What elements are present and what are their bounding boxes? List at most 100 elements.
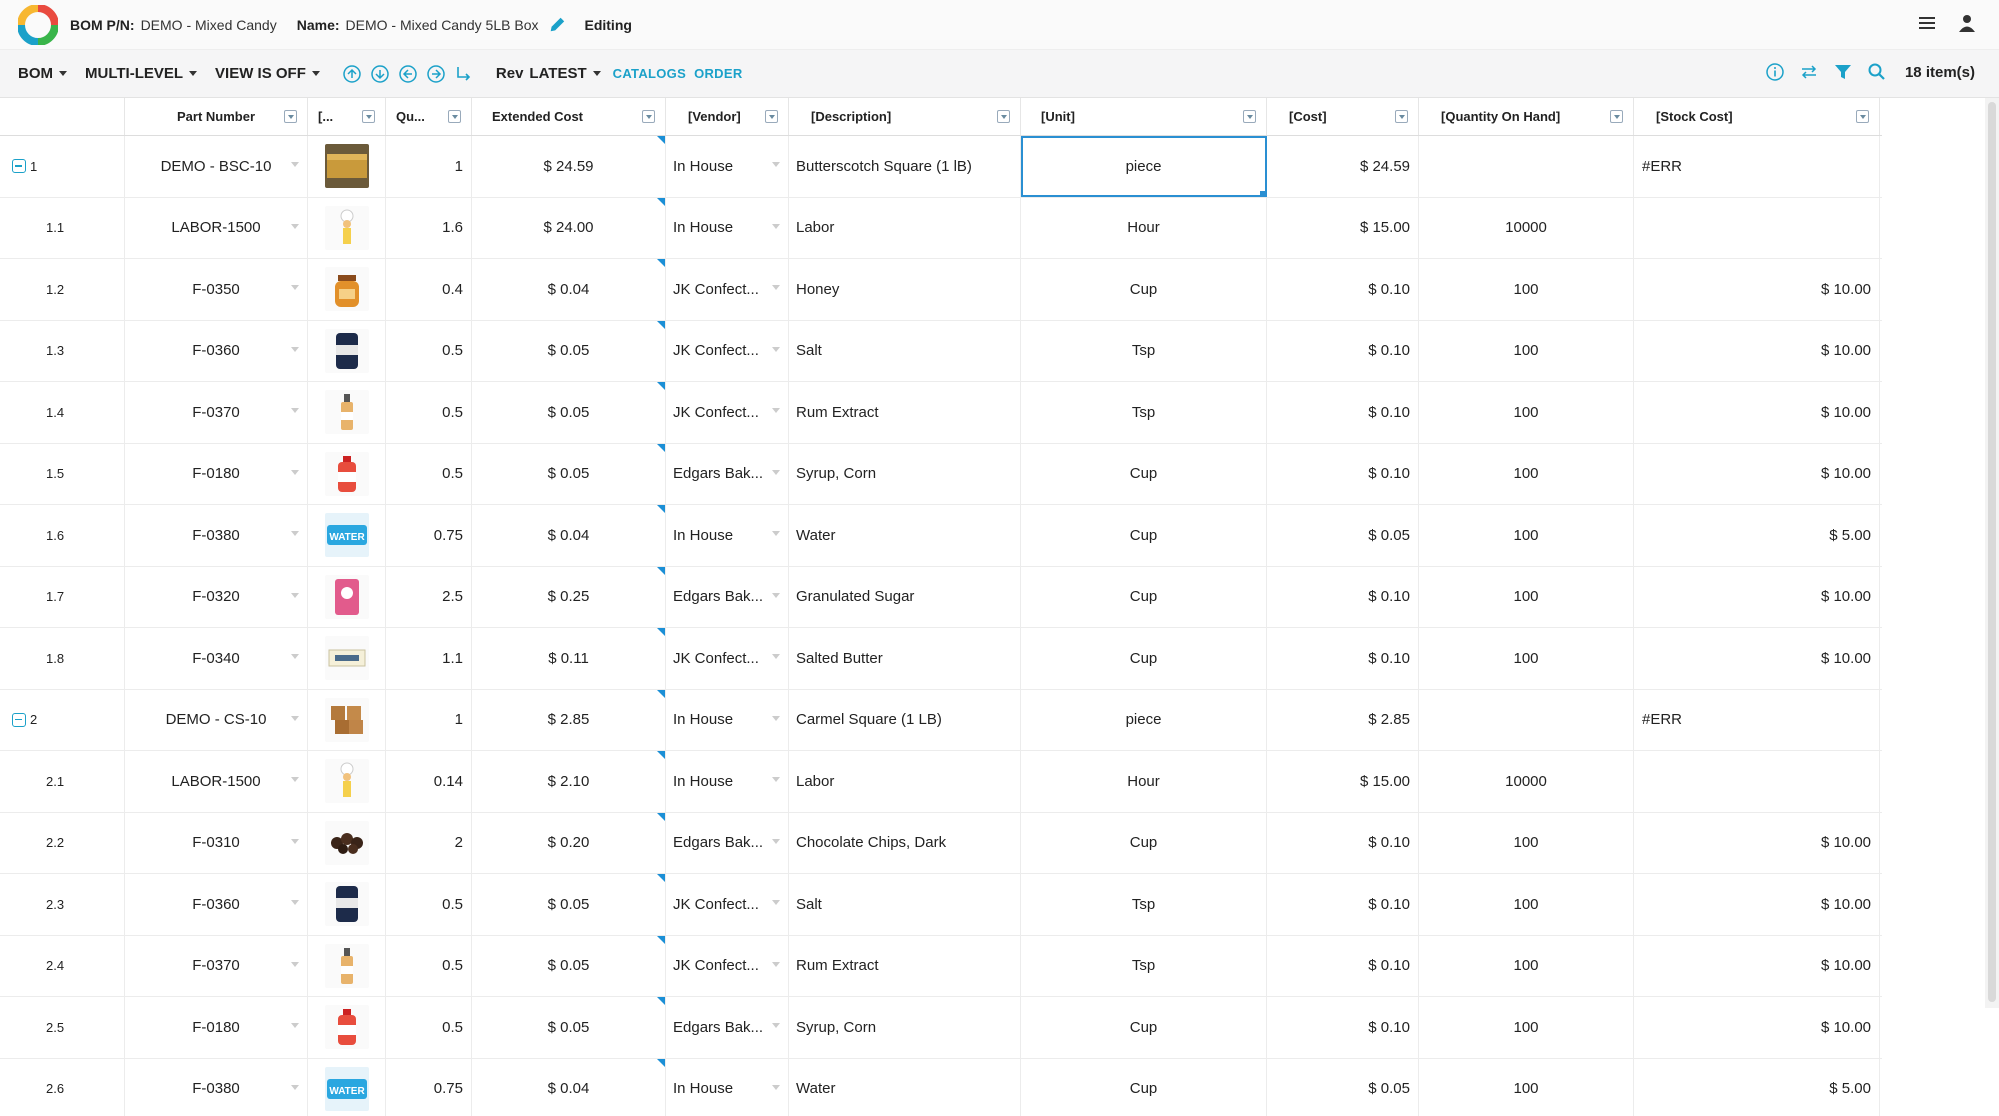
- header-extended-cost[interactable]: Extended Cost: [472, 98, 666, 135]
- quantity-on-hand-cell[interactable]: 100: [1419, 935, 1634, 996]
- collapse-icon[interactable]: [12, 159, 26, 174]
- part-dropdown-icon[interactable]: [291, 592, 299, 598]
- part-number-cell[interactable]: F-0370: [125, 382, 308, 443]
- quantity-on-hand-cell[interactable]: [1419, 689, 1634, 750]
- cost-cell[interactable]: $ 0.10: [1267, 812, 1419, 873]
- vendor-cell[interactable]: In House: [666, 197, 789, 258]
- quantity-on-hand-cell[interactable]: 100: [1419, 874, 1634, 935]
- quantity-on-hand-cell[interactable]: 100: [1419, 1058, 1634, 1116]
- quantity-cell[interactable]: 0.5: [386, 320, 472, 381]
- header-quantity-on-hand[interactable]: [Quantity On Hand]: [1419, 98, 1634, 135]
- extended-cost-cell[interactable]: $ 0.05: [472, 382, 666, 443]
- description-cell[interactable]: Honey: [789, 259, 1021, 320]
- unit-cell[interactable]: Tsp: [1021, 874, 1267, 935]
- part-dropdown-icon[interactable]: [291, 654, 299, 659]
- stock-cost-cell[interactable]: $ 10.00: [1634, 874, 1880, 935]
- table-row[interactable]: 1.2 F-0350 0.4 $ 0.04 JK Confect... Hone…: [0, 259, 1882, 321]
- table-row[interactable]: 1.8 F-0340 1.1 $ 0.11 JK Confect... Salt…: [0, 628, 1882, 690]
- table-row[interactable]: 2.5 F-0180 0.5 $ 0.05 Edgars Bak... Syru…: [0, 997, 1882, 1059]
- image-cell[interactable]: [308, 689, 386, 750]
- info-icon[interactable]: [1765, 62, 1785, 82]
- vendor-dropdown-icon[interactable]: [772, 715, 780, 721]
- arrow-down-icon[interactable]: [370, 64, 390, 84]
- unit-cell[interactable]: Hour: [1021, 751, 1267, 812]
- vendor-cell[interactable]: Edgars Bak...: [666, 812, 789, 873]
- vendor-cell[interactable]: In House: [666, 505, 789, 566]
- collapse-icon[interactable]: [12, 712, 26, 727]
- row-index[interactable]: 2.3: [0, 874, 125, 935]
- quantity-on-hand-cell[interactable]: [1419, 136, 1634, 197]
- image-cell[interactable]: [308, 320, 386, 381]
- quantity-on-hand-cell[interactable]: 10000: [1419, 197, 1634, 258]
- image-cell[interactable]: [308, 259, 386, 320]
- header-unit[interactable]: [Unit]: [1021, 98, 1267, 135]
- filter-part-number-icon[interactable]: [284, 110, 297, 123]
- swap-icon[interactable]: [1799, 62, 1819, 82]
- quantity-on-hand-cell[interactable]: 100: [1419, 566, 1634, 627]
- image-cell[interactable]: [308, 751, 386, 812]
- row-index[interactable]: 1.1: [0, 197, 125, 258]
- cost-cell[interactable]: $ 0.10: [1267, 874, 1419, 935]
- vendor-dropdown-icon[interactable]: [772, 531, 780, 536]
- quantity-on-hand-cell[interactable]: 100: [1419, 997, 1634, 1058]
- vendor-dropdown-icon[interactable]: [772, 346, 780, 352]
- stock-cost-cell[interactable]: $ 5.00: [1634, 505, 1880, 566]
- part-dropdown-icon[interactable]: [291, 961, 299, 967]
- search-icon[interactable]: [1867, 62, 1887, 82]
- filter-cost-icon[interactable]: [1395, 110, 1408, 123]
- quantity-cell[interactable]: 2: [386, 812, 472, 873]
- quantity-cell[interactable]: 0.75: [386, 1058, 472, 1116]
- unit-cell[interactable]: Tsp: [1021, 320, 1267, 381]
- stock-cost-cell[interactable]: $ 10.00: [1634, 320, 1880, 381]
- vendor-cell[interactable]: In House: [666, 751, 789, 812]
- vendor-dropdown-icon[interactable]: [772, 162, 780, 167]
- header-stock-cost[interactable]: [Stock Cost]: [1634, 98, 1880, 135]
- extended-cost-cell[interactable]: $ 0.05: [472, 935, 666, 996]
- stock-cost-cell[interactable]: $ 10.00: [1634, 259, 1880, 320]
- part-dropdown-icon[interactable]: [291, 346, 299, 352]
- vendor-dropdown-icon[interactable]: [772, 838, 780, 844]
- cost-cell[interactable]: $ 0.10: [1267, 382, 1419, 443]
- order-button[interactable]: ORDER: [694, 66, 742, 81]
- unit-cell[interactable]: Tsp: [1021, 382, 1267, 443]
- part-number-cell[interactable]: F-0320: [125, 566, 308, 627]
- part-dropdown-icon[interactable]: [291, 777, 299, 782]
- description-cell[interactable]: Butterscotch Square (1 lB): [789, 136, 1021, 197]
- part-number-cell[interactable]: F-0180: [125, 997, 308, 1058]
- unit-cell[interactable]: Cup: [1021, 628, 1267, 689]
- header-vendor[interactable]: [Vendor]: [666, 98, 789, 135]
- filter-vendor-icon[interactable]: [765, 110, 778, 123]
- part-number-cell[interactable]: F-0370: [125, 935, 308, 996]
- quantity-on-hand-cell[interactable]: 100: [1419, 628, 1634, 689]
- vendor-dropdown-icon[interactable]: [772, 1023, 780, 1028]
- vendor-dropdown-icon[interactable]: [772, 285, 780, 290]
- vendor-dropdown-icon[interactable]: [772, 1084, 780, 1090]
- indent-icon[interactable]: [454, 64, 474, 84]
- unit-cell[interactable]: piece: [1021, 689, 1267, 750]
- image-cell[interactable]: [308, 997, 386, 1058]
- table-row[interactable]: 2.3 F-0360 0.5 $ 0.05 JK Confect... Salt…: [0, 874, 1882, 936]
- unit-cell[interactable]: Hour: [1021, 197, 1267, 258]
- unit-cell[interactable]: Tsp: [1021, 935, 1267, 996]
- stock-cost-cell[interactable]: $ 10.00: [1634, 382, 1880, 443]
- stock-cost-cell[interactable]: [1634, 197, 1880, 258]
- cost-cell[interactable]: $ 15.00: [1267, 751, 1419, 812]
- table-row[interactable]: 1.7 F-0320 2.5 $ 0.25 Edgars Bak... Gran…: [0, 566, 1882, 628]
- quantity-on-hand-cell[interactable]: 100: [1419, 812, 1634, 873]
- part-number-cell[interactable]: DEMO - CS-10: [125, 689, 308, 750]
- part-number-cell[interactable]: F-0360: [125, 874, 308, 935]
- cost-cell[interactable]: $ 24.59: [1267, 136, 1419, 197]
- vendor-cell[interactable]: JK Confect...: [666, 935, 789, 996]
- filter-icon[interactable]: [1833, 62, 1853, 82]
- table-row[interactable]: 2.1 LABOR-1500 0.14 $ 2.10 In House Labo…: [0, 751, 1882, 813]
- quantity-cell[interactable]: 1: [386, 136, 472, 197]
- header-quantity[interactable]: Qu...: [386, 98, 472, 135]
- description-cell[interactable]: Water: [789, 505, 1021, 566]
- description-cell[interactable]: Syrup, Corn: [789, 443, 1021, 504]
- vendor-cell[interactable]: Edgars Bak...: [666, 443, 789, 504]
- vendor-dropdown-icon[interactable]: [772, 408, 780, 413]
- vendor-dropdown-icon[interactable]: [772, 223, 780, 229]
- stock-cost-cell[interactable]: $ 10.00: [1634, 628, 1880, 689]
- quantity-cell[interactable]: 0.5: [386, 443, 472, 504]
- quantity-cell[interactable]: 0.5: [386, 997, 472, 1058]
